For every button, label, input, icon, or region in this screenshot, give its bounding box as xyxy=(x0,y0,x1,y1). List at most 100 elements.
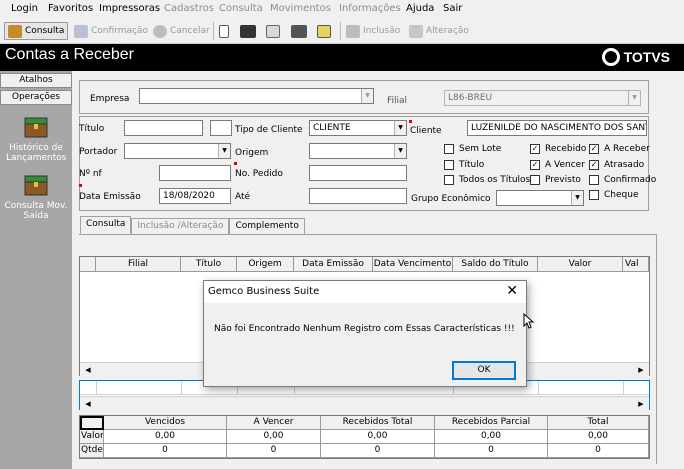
origem-select[interactable]: ▼ xyxy=(309,143,407,159)
check-icon: ✓ xyxy=(530,144,540,154)
alteracao-button[interactable]: Alteração xyxy=(409,22,469,40)
previsto-checkbox[interactable]: Previsto xyxy=(530,175,581,185)
totals-valor-a-vencer: 0,00 xyxy=(227,430,321,444)
detail-horizontal-scrollbar[interactable]: ◀ ▶ xyxy=(80,396,649,410)
grid-col-val[interactable]: Val xyxy=(623,257,649,272)
tab-inclusao-alteracao[interactable]: Inclusão /Alteração xyxy=(131,218,230,234)
menu-favoritos[interactable]: Favoritos xyxy=(48,3,93,14)
menu-consulta[interactable]: Consulta xyxy=(219,3,263,14)
menu-ajuda[interactable]: Ajuda xyxy=(406,3,434,14)
empresa-select[interactable]: ▼ xyxy=(139,88,374,104)
totals-col-recebidos-total: Recebidos Total xyxy=(321,416,435,430)
cliente-label: Cliente xyxy=(410,126,442,136)
totvs-logo: TOTVS xyxy=(601,48,670,66)
chevron-down-icon: ▼ xyxy=(628,91,640,105)
consulta-button[interactable]: Consulta xyxy=(4,22,69,40)
grid-col-valor[interactable]: Valor xyxy=(538,257,623,272)
export-icon xyxy=(266,24,280,38)
a-vencer-checkbox[interactable]: ✓ A Vencer xyxy=(530,160,585,170)
tab-consulta[interactable]: Consulta xyxy=(80,216,132,234)
tab-bar: Consulta Inclusão /Alteração Complemento xyxy=(80,216,305,234)
grupo-economico-select[interactable]: ▼ xyxy=(496,190,584,206)
edit-record-icon xyxy=(409,24,423,38)
menu-sair[interactable]: Sair xyxy=(443,3,462,14)
grid-col-data-vencimento[interactable]: Data Vencimento xyxy=(373,257,453,272)
grid-col-origem[interactable]: Origem xyxy=(237,257,294,272)
print-button[interactable] xyxy=(291,22,310,40)
chevron-down-icon: ▼ xyxy=(361,89,373,103)
sidebar-item-consulta-mov[interactable]: Consulta Mov. Saída xyxy=(0,173,72,221)
add-record-icon xyxy=(346,24,360,38)
mouse-cursor-icon xyxy=(523,313,534,329)
confirmado-checkbox[interactable]: Confirmado xyxy=(589,175,656,185)
portador-select[interactable]: ▼ xyxy=(124,143,231,159)
window-title: Contas a Receber xyxy=(5,46,134,63)
ate-field[interactable] xyxy=(309,188,407,204)
find-button[interactable] xyxy=(240,22,259,40)
titulo-field[interactable] xyxy=(124,120,203,136)
chevron-down-icon: ▼ xyxy=(571,191,583,205)
grid-col-data-emissao[interactable]: Data Emissão xyxy=(294,257,373,272)
grid-col-filial[interactable]: Filial xyxy=(96,257,181,272)
menu-informacoes[interactable]: Informações xyxy=(339,3,401,14)
totals-col-a-vencer: A Vencer xyxy=(227,416,321,430)
sem-lote-checkbox[interactable]: Sem Lote xyxy=(444,144,501,154)
export-button[interactable] xyxy=(266,22,283,40)
a-receber-checkbox[interactable]: ✓ A Receber xyxy=(589,144,650,154)
grid-col-selector xyxy=(80,257,96,272)
inclusao-button[interactable]: Inclusão xyxy=(346,22,400,40)
data-emissao-label: Data Emissão xyxy=(79,192,141,202)
new-document-button[interactable] xyxy=(219,22,232,40)
menu-login[interactable]: Login xyxy=(11,3,38,14)
menu-movimentos[interactable]: Movimentos xyxy=(270,3,331,14)
todos-titulos-checkbox[interactable]: Todos os Títulos xyxy=(444,175,530,185)
totals-valor-recebidos-total: 0,00 xyxy=(321,430,435,444)
close-icon[interactable]: ✕ xyxy=(506,283,518,299)
confirmacao-button[interactable]: Confirmação xyxy=(74,22,148,40)
save-icon xyxy=(74,24,88,38)
cheque-checkbox[interactable]: Cheque xyxy=(589,190,638,200)
checkbox-box xyxy=(444,175,454,185)
check-icon: ✓ xyxy=(589,160,599,170)
help-button[interactable] xyxy=(317,22,334,40)
cancelar-label: Cancelar xyxy=(170,26,210,36)
checkbox-box xyxy=(444,160,454,170)
menu-cadastros[interactable]: Cadastros xyxy=(164,3,214,14)
chest-icon xyxy=(23,173,49,197)
checkbox-box xyxy=(589,175,599,185)
titulo-field-2[interactable] xyxy=(210,120,232,136)
grid-col-titulo[interactable]: Título xyxy=(181,257,237,272)
scroll-left-icon[interactable]: ◀ xyxy=(82,398,94,410)
cliente-field[interactable]: LUZENILDE DO NASCIMENTO DOS SANT xyxy=(467,120,647,136)
sidebar-operacoes[interactable]: Operações xyxy=(0,90,72,105)
atrasado-checkbox[interactable]: ✓ Atrasado xyxy=(589,160,644,170)
nf-field[interactable] xyxy=(159,165,231,181)
scroll-right-icon[interactable]: ▶ xyxy=(635,364,647,376)
portador-label: Portador xyxy=(79,147,118,157)
chevron-down-icon: ▼ xyxy=(218,144,230,158)
totals-qtde-vencidos: 0 xyxy=(104,444,227,458)
tipo-cliente-select[interactable]: CLIENTE ▼ xyxy=(309,120,407,136)
pedido-field[interactable] xyxy=(309,165,407,181)
data-emissao-field[interactable]: 18/08/2020 xyxy=(159,188,231,204)
filial-select[interactable]: L86-BREU ▼ xyxy=(444,90,641,106)
tab-complemento[interactable]: Complemento xyxy=(229,218,305,234)
scroll-right-icon[interactable]: ▶ xyxy=(635,398,647,410)
ok-button[interactable]: OK xyxy=(452,361,516,380)
totals-qtde-a-vencer: 0 xyxy=(227,444,321,458)
recebido-checkbox[interactable]: ✓ Recebido xyxy=(530,144,586,154)
grid-col-saldo-titulo[interactable]: Saldo do Título xyxy=(453,257,538,272)
totals-qtde-total: 0 xyxy=(548,444,649,458)
message-dialog: Gemco Business Suite ✕ Não foi Encontrad… xyxy=(203,280,527,387)
cancelar-button[interactable]: Cancelar xyxy=(153,22,210,40)
scroll-left-icon[interactable]: ◀ xyxy=(82,364,94,376)
toolbar: Consulta Confirmação Cancelar Inclusão A… xyxy=(0,18,684,44)
sidebar-atalhos[interactable]: Atalhos xyxy=(0,73,72,88)
totals-valor-recebidos-parcial: 0,00 xyxy=(435,430,548,444)
sidebar-item-historico[interactable]: Histórico de Lançamentos xyxy=(0,115,72,163)
dialog-title: Gemco Business Suite xyxy=(208,286,320,297)
menu-impressoras[interactable]: Impressoras xyxy=(99,3,160,14)
totals-corner xyxy=(80,416,104,430)
empresa-label: Empresa xyxy=(90,94,130,104)
titulo-checkbox[interactable]: Título xyxy=(444,160,484,170)
